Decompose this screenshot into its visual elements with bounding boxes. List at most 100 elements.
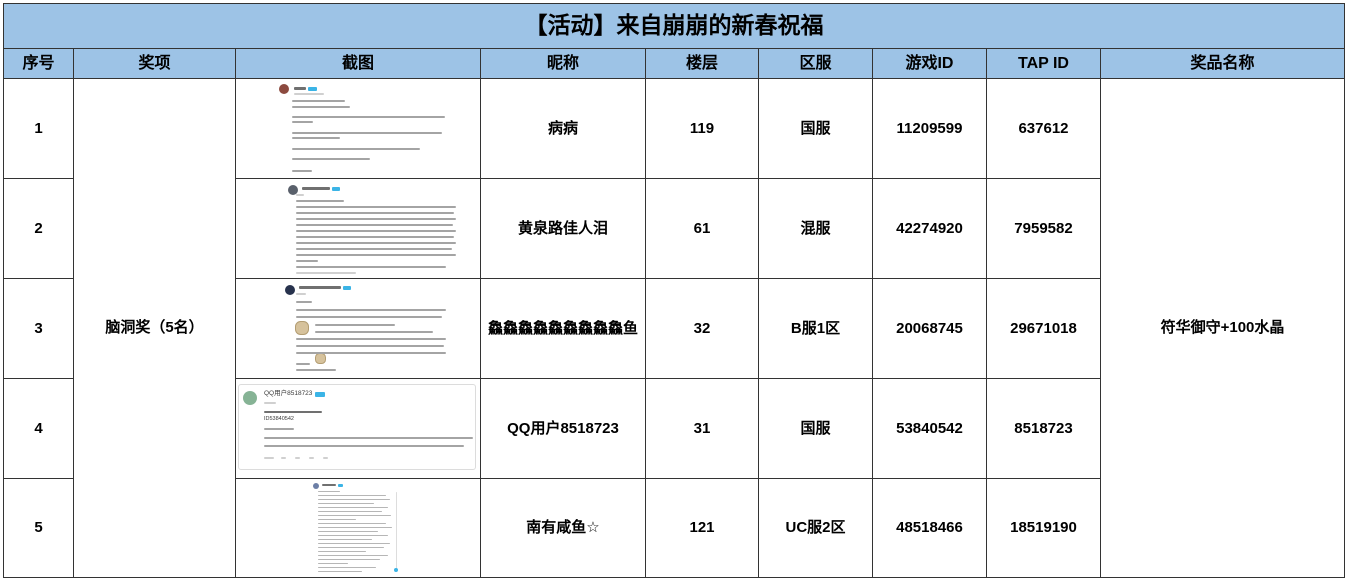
thumb-text-line — [315, 324, 395, 326]
thumb-text-line — [318, 523, 386, 524]
floor-cell: 31 — [646, 379, 758, 478]
thumb-badge — [332, 187, 340, 191]
header-screenshot: 截图 — [236, 49, 480, 78]
thumb-text-line — [318, 539, 372, 540]
table-title: 【活动】来自崩崩的新春祝福 — [4, 4, 1344, 48]
index-cell: 1 — [4, 79, 73, 178]
floor-cell: 119 — [646, 79, 758, 178]
thumb-text-line — [318, 511, 382, 512]
thumb-text-line — [296, 363, 310, 365]
thumb-text-line — [309, 457, 314, 459]
game-id-cell: 48518466 — [873, 479, 986, 577]
thumb-text-line — [296, 293, 306, 295]
thumb-text-line — [318, 531, 378, 532]
thumb-text-line — [294, 93, 324, 95]
nickname-cell: 南有咸鱼☆ — [481, 479, 645, 577]
thumb-text-line — [318, 543, 390, 544]
thumb-text-line — [318, 507, 388, 508]
thumb-text-line — [323, 457, 328, 459]
page: 【活动】来自崩崩的新春祝福 序号 奖项 截图 昵称 楼层 区服 游戏ID TAP… — [0, 0, 1346, 578]
thumb-text-line — [264, 428, 294, 430]
thumb-text-line — [264, 457, 274, 459]
thumb-badge — [315, 392, 325, 397]
thumb-text-line — [296, 369, 336, 371]
screenshot-thumbnail — [270, 82, 470, 175]
thumb-badge — [394, 568, 398, 572]
thumb-user-id: ID53840542 — [264, 416, 294, 422]
nickname-cell: 鱻鱻鱻鱻鱻鱻鱻鱻鱻鱼 — [481, 279, 645, 378]
thumb-text-line — [296, 260, 318, 262]
thumb-text-line — [318, 515, 391, 516]
thumb-text-line — [318, 547, 384, 548]
screenshot-cell — [236, 279, 480, 378]
thumb-username: QQ用户8518723 — [264, 390, 313, 397]
index-cell: 4 — [4, 379, 73, 478]
thumb-text-line — [296, 248, 452, 250]
thumb-text-line — [318, 567, 376, 568]
header-nickname: 昵称 — [481, 49, 645, 78]
server-cell: 国服 — [759, 79, 872, 178]
floor-cell: 32 — [646, 279, 758, 378]
award-cell: 脑洞奖（5名） — [74, 79, 235, 577]
thumb-badge — [338, 484, 343, 487]
thumb-avatar — [243, 391, 257, 405]
screenshot-thumbnail — [288, 184, 463, 276]
thumb-text-line — [296, 345, 444, 347]
thumb-text-line — [281, 457, 286, 459]
game-id-cell: 11209599 — [873, 79, 986, 178]
thumb-text-line — [264, 411, 322, 413]
thumb-text-line — [296, 224, 453, 226]
thumb-text-line — [318, 551, 366, 552]
tap-id-cell: 18519190 — [987, 479, 1100, 577]
thumb-text-line — [296, 230, 456, 232]
thumb-text-line — [296, 309, 446, 311]
thumb-text-line — [296, 206, 456, 208]
tap-id-cell: 637612 — [987, 79, 1100, 178]
thumb-text-line — [296, 194, 304, 196]
header-game-id: 游戏ID — [873, 49, 986, 78]
thumb-text-line — [264, 437, 473, 439]
prize-cell: 符华御守+100水晶 — [1101, 79, 1344, 577]
thumb-text-line — [292, 137, 340, 139]
thumb-emoji-sticker — [315, 353, 326, 364]
header-index: 序号 — [4, 49, 73, 78]
header-prize: 奖品名称 — [1101, 49, 1344, 78]
index-cell: 2 — [4, 179, 73, 278]
thumb-text-line — [296, 200, 344, 202]
screenshot-cell — [236, 79, 480, 178]
thumb-text-line — [294, 87, 306, 90]
header-award: 奖项 — [74, 49, 235, 78]
thumb-text-line — [296, 236, 454, 238]
thumb-text-line — [318, 503, 374, 504]
thumb-text-line — [292, 170, 312, 172]
screenshot-cell — [236, 479, 480, 577]
server-cell: B服1区 — [759, 279, 872, 378]
header-floor: 楼层 — [646, 49, 758, 78]
screenshot-cell — [236, 179, 480, 278]
nickname-cell: 病病 — [481, 79, 645, 178]
thumb-text-line — [292, 148, 420, 150]
server-cell: 国服 — [759, 379, 872, 478]
tap-id-cell: 7959582 — [987, 179, 1100, 278]
thumb-text-line — [396, 492, 397, 570]
thumb-text-line — [292, 132, 442, 134]
thumb-emoji-sticker — [295, 321, 309, 335]
thumb-text-line — [302, 187, 330, 190]
thumb-text-line — [292, 116, 445, 118]
thumb-avatar — [313, 483, 319, 489]
thumb-text-line — [296, 301, 312, 303]
thumb-text-line — [318, 519, 356, 520]
nickname-cell: 黄泉路佳人泪 — [481, 179, 645, 278]
thumb-text-line — [318, 571, 362, 572]
floor-cell: 61 — [646, 179, 758, 278]
thumb-text-line — [318, 527, 392, 528]
index-cell: 3 — [4, 279, 73, 378]
thumb-text-line — [296, 338, 446, 340]
screenshot-thumbnail — [285, 283, 455, 375]
thumb-text-line — [318, 495, 386, 496]
thumb-text-line — [296, 218, 456, 220]
server-cell: 混服 — [759, 179, 872, 278]
thumb-text-line — [296, 316, 442, 318]
thumb-text-line — [296, 242, 456, 244]
thumb-text-line — [296, 272, 356, 274]
